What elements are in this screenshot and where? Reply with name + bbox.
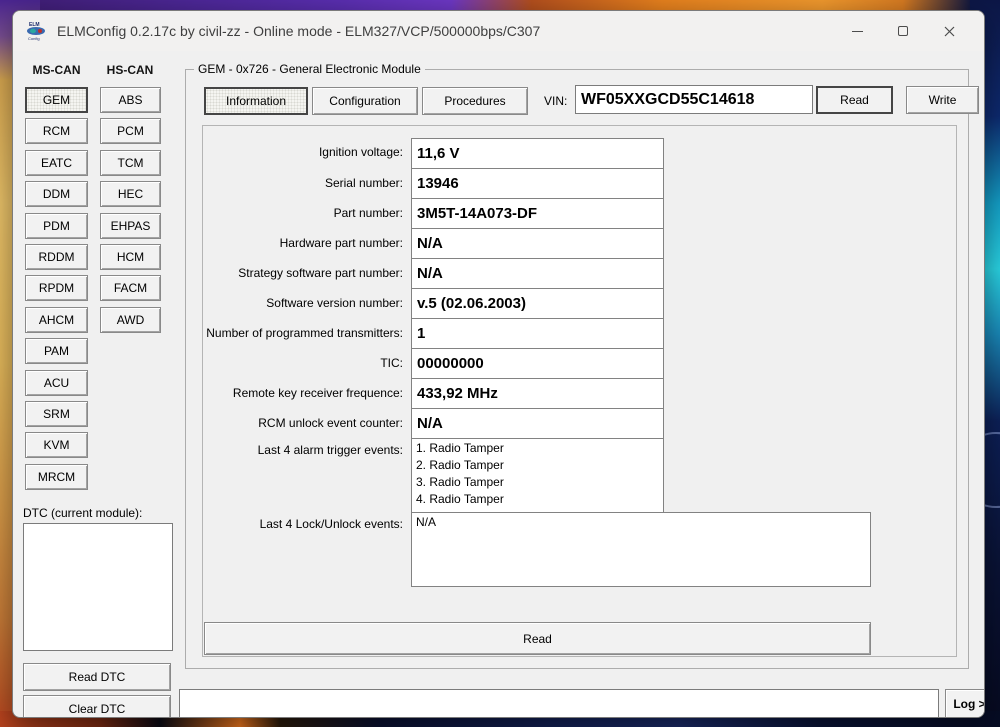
form-row-ignition-voltage: Ignition voltage: 11,6 V: [204, 138, 872, 169]
field-value[interactable]: 1. Radio Tamper 2. Radio Tamper 3. Radio…: [411, 438, 664, 513]
minimize-icon: [852, 31, 863, 32]
desktop-wallpaper: ELM Config ELMConfig 0.2.17c by civil-zz…: [0, 0, 1000, 727]
field-value[interactable]: N/A: [411, 258, 664, 289]
close-button[interactable]: [926, 11, 972, 51]
vin-write-button[interactable]: Write: [906, 86, 979, 114]
field-label: Remote key receiver frequence:: [204, 379, 411, 409]
field-label: RCM unlock event counter:: [204, 409, 411, 439]
form-row-rcm-unlock-counter: RCM unlock event counter: N/A: [204, 409, 872, 439]
tab-information[interactable]: Information: [204, 87, 308, 115]
sidebar-item-gem[interactable]: GEM: [25, 87, 88, 113]
sidebar-item-mrcm[interactable]: MRCM: [25, 464, 88, 490]
window-title: ELMConfig 0.2.17c by civil-zz - Online m…: [57, 23, 540, 39]
window-controls: [834, 11, 972, 51]
field-label: Ignition voltage:: [204, 138, 411, 169]
hs-can-header: HS-CAN: [99, 63, 161, 77]
field-label: Last 4 Lock/Unlock events:: [204, 513, 411, 587]
sidebar-item-ahcm[interactable]: AHCM: [25, 307, 88, 333]
sidebar-item-rddm[interactable]: RDDM: [25, 244, 88, 270]
field-value[interactable]: 1: [411, 318, 664, 349]
vin-read-button[interactable]: Read: [816, 86, 893, 114]
form-row-hardware-part-number: Hardware part number: N/A: [204, 229, 872, 259]
maximize-icon: [898, 26, 908, 36]
sidebar-item-ehpas[interactable]: EHPAS: [100, 213, 161, 239]
minimize-button[interactable]: [834, 11, 880, 51]
field-label: TIC:: [204, 349, 411, 379]
field-label: Software version number:: [204, 289, 411, 319]
sidebar-item-pdm[interactable]: PDM: [25, 213, 88, 239]
sidebar-item-facm[interactable]: FACM: [100, 275, 161, 301]
form-row-serial-number: Serial number: 13946: [204, 169, 872, 199]
field-label: Serial number:: [204, 169, 411, 199]
status-input[interactable]: [179, 689, 939, 718]
sidebar-item-pam[interactable]: PAM: [25, 338, 88, 364]
ms-can-column: GEM RCM EATC DDM PDM RDDM RPDM AHCM PAM …: [25, 87, 88, 490]
form-row-software-version-number: Software version number: v.5 (02.06.2003…: [204, 289, 872, 319]
field-value[interactable]: N/A: [411, 228, 664, 259]
read-information-button[interactable]: Read: [204, 622, 871, 655]
close-icon: [944, 26, 955, 37]
tab-configuration[interactable]: Configuration: [312, 87, 418, 115]
sidebar-item-srm[interactable]: SRM: [25, 401, 88, 427]
form-row-part-number: Part number: 3M5T-14A073-DF: [204, 199, 872, 229]
hs-can-column: ABS PCM TCM HEC EHPAS HCM FACM AWD: [100, 87, 161, 333]
read-dtc-button[interactable]: Read DTC: [23, 663, 171, 691]
form-row-programmed-transmitters: Number of programmed transmitters: 1: [204, 319, 872, 349]
clear-dtc-button[interactable]: Clear DTC: [23, 695, 171, 718]
form-row-remote-key-frequence: Remote key receiver frequence: 433,92 MH…: [204, 379, 872, 409]
sidebar-item-acu[interactable]: ACU: [25, 370, 88, 396]
maximize-button[interactable]: [880, 11, 926, 51]
field-value[interactable]: 13946: [411, 168, 664, 199]
field-value[interactable]: 00000000: [411, 348, 664, 379]
field-value[interactable]: 11,6 V: [411, 138, 664, 169]
field-value[interactable]: v.5 (02.06.2003): [411, 288, 664, 319]
tab-procedures[interactable]: Procedures: [422, 87, 528, 115]
sidebar-item-rpdm[interactable]: RPDM: [25, 275, 88, 301]
sidebar-item-tcm[interactable]: TCM: [100, 150, 161, 176]
sidebar-item-pcm[interactable]: PCM: [100, 118, 161, 144]
dtc-label: DTC (current module):: [23, 506, 142, 520]
form-row-alarm-trigger-events: Last 4 alarm trigger events: 1. Radio Ta…: [204, 439, 872, 513]
sidebar-item-ddm[interactable]: DDM: [25, 181, 88, 207]
field-label: Part number:: [204, 199, 411, 229]
module-groupbox-title: GEM - 0x726 - General Electronic Module: [194, 62, 425, 76]
information-form: Ignition voltage: 11,6 V Serial number: …: [204, 138, 872, 587]
field-label: Number of programmed transmitters:: [204, 319, 411, 349]
sidebar-item-kvm[interactable]: KVM: [25, 432, 88, 458]
ms-can-header: MS-CAN: [25, 63, 88, 77]
field-value[interactable]: N/A: [411, 408, 664, 439]
field-value[interactable]: N/A: [411, 512, 871, 587]
form-row-strategy-software-part-number: Strategy software part number: N/A: [204, 259, 872, 289]
sidebar-item-hec[interactable]: HEC: [100, 181, 161, 207]
form-row-tic: TIC: 00000000: [204, 349, 872, 379]
sidebar-item-awd[interactable]: AWD: [100, 307, 161, 333]
field-value[interactable]: 3M5T-14A073-DF: [411, 198, 664, 229]
dtc-listbox[interactable]: [23, 523, 173, 651]
sidebar-item-eatc[interactable]: EATC: [25, 150, 88, 176]
field-label: Hardware part number:: [204, 229, 411, 259]
field-value[interactable]: 433,92 MHz: [411, 378, 664, 409]
elmconfig-window: ELM Config ELMConfig 0.2.17c by civil-zz…: [12, 10, 985, 718]
vin-label: VIN:: [544, 94, 567, 108]
form-row-lock-unlock-events: Last 4 Lock/Unlock events: N/A: [204, 513, 872, 587]
svg-text:Config: Config: [28, 36, 40, 41]
sidebar-item-rcm[interactable]: RCM: [25, 118, 88, 144]
elm-logo-icon: ELM Config: [25, 20, 49, 42]
field-label: Last 4 alarm trigger events:: [204, 439, 411, 513]
sidebar-item-abs[interactable]: ABS: [100, 87, 161, 113]
sidebar-item-hcm[interactable]: HCM: [100, 244, 161, 270]
vin-input[interactable]: WF05XXGCD55C14618: [575, 85, 813, 114]
titlebar[interactable]: ELM Config ELMConfig 0.2.17c by civil-zz…: [13, 11, 984, 51]
log-button[interactable]: Log >: [945, 689, 985, 718]
field-label: Strategy software part number:: [204, 259, 411, 289]
